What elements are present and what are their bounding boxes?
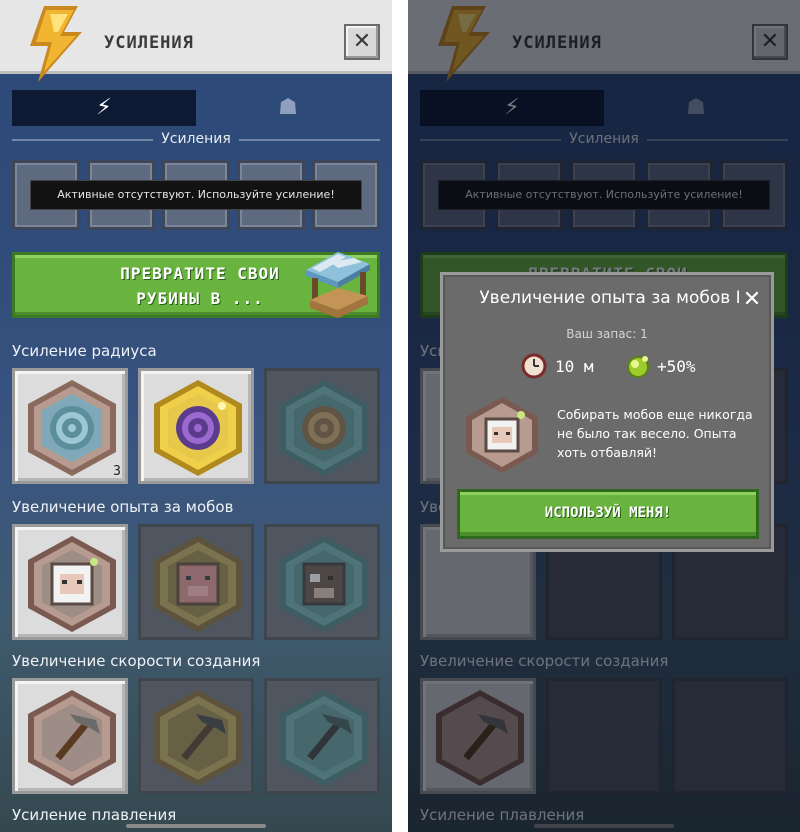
boost-bonus: +50%: [657, 357, 696, 376]
boost-description: Собирать мобов еще никогда не было так в…: [557, 407, 753, 460]
tab-boosts[interactable]: ⚡: [12, 90, 196, 126]
boosts-caption: Усиления: [0, 131, 392, 147]
pig-face-icon: [154, 536, 242, 632]
category-title: Увеличение скорости создания: [12, 652, 261, 670]
page-title: УСИЛЕНИЯ: [104, 33, 194, 53]
boost-tile[interactable]: [138, 368, 254, 484]
sheep-face-icon: [28, 536, 116, 632]
lightning-logo-icon: [30, 6, 82, 82]
pickaxe-diamond-icon: [280, 690, 368, 786]
pickaxe-icon: [28, 690, 116, 786]
category-title: Усиление радиуса: [12, 342, 157, 360]
boost-tile[interactable]: [264, 368, 380, 484]
boost-details-modal: Увеличение опыта за мобов I ✕ Ваш запас:…: [440, 272, 774, 552]
boost-tile[interactable]: [12, 678, 128, 794]
tab-bar: ⚡ ☗: [12, 90, 380, 126]
tab-mob[interactable]: ☗: [196, 90, 380, 126]
close-button[interactable]: ✕: [344, 24, 380, 60]
boosts-screen: УСИЛЕНИЯ ✕ ⚡ ☗ Усиления Активные отсутст…: [0, 0, 392, 832]
radius-target-bronze-icon: [280, 380, 368, 476]
radius-target-blue-icon: [28, 380, 116, 476]
mob-icon: ☗: [278, 95, 298, 120]
boost-tile[interactable]: [138, 524, 254, 640]
xp-orb-icon: [627, 356, 649, 378]
radius-target-purple-icon: [154, 380, 242, 476]
header: УСИЛЕНИЯ ✕: [0, 0, 392, 82]
category-title: Увеличение опыта за мобов: [12, 498, 234, 516]
boost-tile[interactable]: [12, 524, 128, 640]
boost-duration: 10 м: [555, 357, 594, 376]
boost-tile[interactable]: 3: [12, 368, 128, 484]
clock-icon: [521, 353, 547, 379]
use-boost-button[interactable]: ИСПОЛЬЗУЙ МЕНЯ!: [457, 489, 759, 539]
modal-close-button[interactable]: ✕: [739, 287, 765, 313]
promo-text: ПРЕВРАТИТЕ СВОИ РУБИНЫ В ...: [120, 264, 280, 308]
boosts-screen-with-modal: УСИЛЕНИЯ ✕ ⚡ ☗ Усиления Активные отсутст…: [408, 0, 800, 832]
pickaxe-gold-icon: [154, 690, 242, 786]
stock-count: Ваш запас: 1: [566, 327, 648, 341]
modal-title: Увеличение опыта за мобов I: [479, 288, 741, 308]
market-stall-icon: [306, 252, 370, 318]
boost-tile[interactable]: [264, 678, 380, 794]
scroll-indicator: [126, 824, 266, 828]
boost-tile[interactable]: [138, 678, 254, 794]
boost-tile[interactable]: [264, 524, 380, 640]
category-title: Усиление плавления: [12, 806, 177, 824]
boost-stats: 10 м +50%: [521, 353, 721, 381]
boost-count: 3: [113, 464, 121, 479]
lightning-icon: ⚡: [96, 95, 112, 120]
cow-face-icon: [280, 536, 368, 632]
sheep-face-icon: [466, 397, 538, 473]
empty-slots-message: Активные отсутствуют. Используйте усилен…: [30, 180, 362, 210]
